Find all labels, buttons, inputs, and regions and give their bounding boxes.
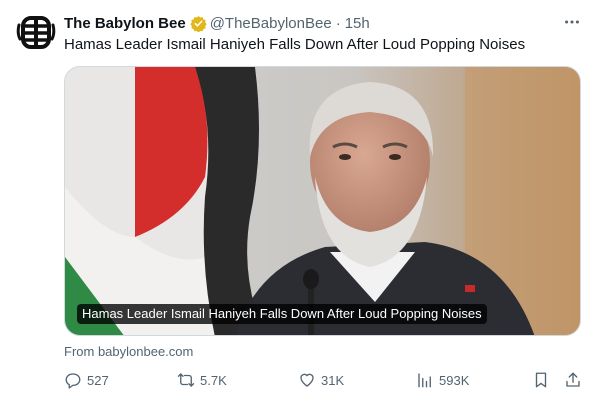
reply-icon — [65, 373, 81, 389]
more-options-button[interactable] — [562, 12, 582, 32]
author-handle[interactable]: @TheBabylonBee — [210, 15, 332, 32]
like-count: 31K — [321, 372, 345, 388]
tweet-timestamp[interactable]: 15h — [345, 15, 370, 32]
repost-count: 5.7K — [200, 372, 227, 388]
repost-icon — [177, 373, 195, 387]
link-card[interactable]: Hamas Leader Ismail Haniyeh Falls Down A… — [64, 66, 581, 336]
heart-icon — [300, 373, 314, 387]
article-image — [65, 67, 580, 335]
share-button[interactable] — [564, 370, 587, 390]
reply-button[interactable]: 527 — [64, 370, 109, 390]
share-icon — [566, 372, 580, 387]
action-bar: 527 5.7K 31K 593K — [64, 370, 584, 390]
author-name[interactable]: The Babylon Bee — [64, 15, 186, 32]
views-count: 593K — [439, 372, 470, 388]
like-button[interactable]: 31K — [298, 370, 344, 390]
babylon-bee-logo-icon — [16, 16, 56, 49]
verified-badge-icon — [190, 15, 207, 32]
tweet-text: Hamas Leader Ismail Haniyeh Falls Down A… — [64, 36, 526, 53]
views-button[interactable]: 593K — [416, 370, 469, 390]
separator-dot: · — [335, 14, 341, 32]
avatar[interactable] — [16, 13, 56, 53]
bookmark-button[interactable] — [532, 370, 555, 390]
repost-button[interactable]: 5.7K — [177, 370, 227, 390]
more-horizontal-icon — [565, 20, 579, 24]
card-source-link[interactable]: From babylonbee.com — [64, 344, 193, 359]
reply-count: 527 — [87, 372, 109, 388]
tweet-header: The Babylon Bee @TheBabylonBee · 15h — [64, 13, 370, 33]
card-caption: Hamas Leader Ismail Haniyeh Falls Down A… — [77, 304, 487, 324]
views-chart-icon — [418, 373, 431, 388]
bookmark-icon — [535, 372, 547, 388]
